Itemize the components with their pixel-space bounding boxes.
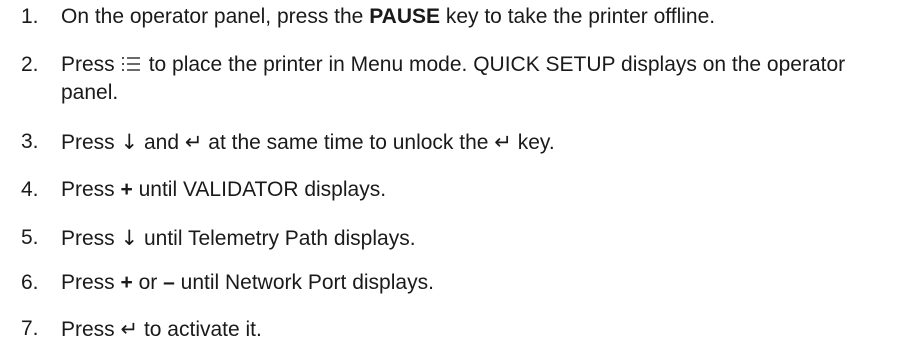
enter-key-icon: ↵ xyxy=(120,317,139,341)
step-text-part: to activate it. xyxy=(138,318,262,341)
step-text-part: Press xyxy=(61,227,121,250)
step-text-part: Press xyxy=(61,318,121,341)
down-arrow-icon: ↓ xyxy=(120,130,139,154)
step-text-part: On the operator panel, press the xyxy=(61,5,370,28)
minus-key-label: – xyxy=(163,271,175,294)
step-text-part: until VALIDATOR displays. xyxy=(132,178,387,201)
step-text: Press ↓ and ↵ at the same time to unlock… xyxy=(61,129,906,156)
step-number: 6. xyxy=(21,271,39,294)
step-text: Press + or – until Network Port displays… xyxy=(61,270,906,296)
step-number: 4. xyxy=(21,178,39,201)
step-number: 1. xyxy=(21,5,39,28)
step-text-part: key. xyxy=(511,131,555,154)
step-number: 2. xyxy=(21,53,39,76)
step-text-part: Press xyxy=(61,53,115,76)
pause-key-label: PAUSE xyxy=(369,5,440,28)
step-text-part: at the same time to unlock the xyxy=(202,131,495,154)
step-text-part: until Telemetry Path displays. xyxy=(138,227,416,250)
step-text-part: until Network Port displays. xyxy=(174,271,434,294)
step-text-part: Press xyxy=(61,131,121,154)
plus-key-label: + xyxy=(120,178,133,201)
instruction-list: 1. On the operator panel, press the PAUS… xyxy=(0,0,916,341)
plus-key-label: + xyxy=(120,271,133,294)
step-text: Press ↓ until Telemetry Path displays. xyxy=(61,225,906,252)
step-text-part: key to take the printer offline. xyxy=(440,5,716,28)
step-text-part: and xyxy=(138,131,185,154)
enter-key-icon: ↵ xyxy=(494,130,512,154)
step-text-part: or xyxy=(132,271,164,294)
step-text-part: Press xyxy=(61,271,121,294)
step-text-part: to place the printer in Menu mode. QUICK… xyxy=(61,53,846,104)
step-number: 5. xyxy=(21,226,39,249)
menu-list-icon xyxy=(121,54,141,80)
step-number: 7. xyxy=(21,317,39,340)
step-text: Press to place the printer in Menu mode. … xyxy=(61,52,906,106)
step-text: Press + until VALIDATOR displays. xyxy=(61,177,906,203)
step-text-part: Press xyxy=(61,178,121,201)
down-arrow-icon: ↓ xyxy=(120,226,139,250)
step-number: 3. xyxy=(21,130,39,153)
enter-key-icon: ↵ xyxy=(184,130,203,154)
step-text: On the operator panel, press the PAUSE k… xyxy=(61,4,906,30)
